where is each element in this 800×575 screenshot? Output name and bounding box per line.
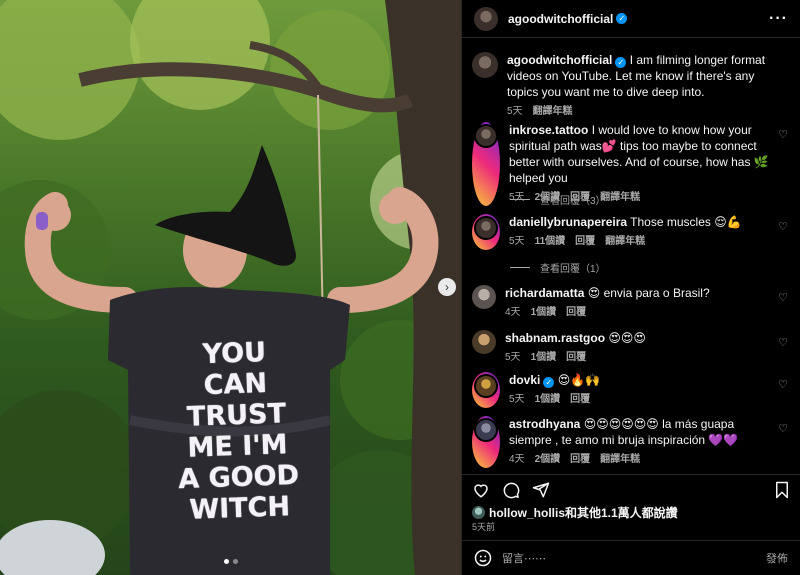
- post-comment-button[interactable]: 發佈: [766, 550, 788, 566]
- carousel-indicator: [224, 559, 238, 564]
- comment-item: dovki ✓ 😍🔥🙌 5天 1個讚 回覆 ♡: [472, 372, 790, 408]
- reply-button[interactable]: 回覆: [570, 392, 590, 408]
- comment-username[interactable]: daniellybrunapereira: [509, 215, 627, 229]
- comment-likes[interactable]: 1個讚: [531, 350, 557, 366]
- shirt-line: YOU CAN: [202, 336, 268, 402]
- view-replies-label[interactable]: 查看回覆（1）: [540, 260, 606, 275]
- reply-button[interactable]: 回覆: [575, 234, 595, 250]
- comment-time[interactable]: 4天: [505, 305, 521, 321]
- reply-button[interactable]: 回覆: [570, 452, 590, 468]
- post-side-panel: agoodwitchofficial ✓ ··· agoodwitchoffic…: [461, 0, 800, 575]
- view-replies[interactable]: 查看回覆（1）: [510, 260, 606, 275]
- comment-text: 😍😍😍: [608, 331, 646, 345]
- shirt-line: TRUST: [186, 398, 287, 433]
- comment-like-heart-icon[interactable]: ♡: [778, 422, 788, 435]
- carousel-dot: [224, 559, 229, 564]
- carousel-dot: [233, 559, 238, 564]
- shirt-line: WITCH: [188, 491, 291, 526]
- shirt-slogan: YOU CAN TRUST ME I'M A GOOD WITCH: [169, 336, 305, 526]
- author-avatar[interactable]: [474, 6, 498, 31]
- comment-username[interactable]: dovki: [509, 373, 540, 387]
- comment-item: shabnam.rastgoo 😍😍😍 5天 1個讚 回覆 ♡: [472, 330, 790, 366]
- view-replies-label[interactable]: 查看回覆（3）: [540, 192, 606, 207]
- comment-username[interactable]: inkrose.tattoo: [509, 123, 588, 137]
- translate-link[interactable]: 翻譯年糕: [533, 104, 573, 120]
- carousel-next-icon[interactable]: ›: [438, 278, 456, 296]
- bookmark-icon[interactable]: [774, 481, 790, 499]
- comment-username[interactable]: astrodhyana: [509, 417, 580, 431]
- likes-summary[interactable]: hollow_hollis和其他1.1萬人都說讚: [472, 504, 678, 521]
- translate-link[interactable]: 翻譯年糕: [605, 234, 645, 250]
- post-photo[interactable]: YOU CAN TRUST ME I'M A GOOD WITCH ›: [0, 0, 461, 575]
- divider: [510, 267, 530, 268]
- comment-like-heart-icon[interactable]: ♡: [778, 378, 788, 391]
- comment-time[interactable]: 5天: [509, 392, 525, 408]
- emoji-icon[interactable]: [474, 549, 492, 567]
- comment-time[interactable]: 5天: [505, 350, 521, 366]
- avatar[interactable]: [474, 374, 498, 398]
- avatar[interactable]: [472, 330, 496, 354]
- comment-like-heart-icon[interactable]: ♡: [778, 336, 788, 349]
- verified-icon: ✓: [616, 13, 628, 24]
- verified-icon: ✓: [543, 377, 555, 388]
- author-username[interactable]: agoodwitchofficial: [508, 12, 613, 26]
- comment-item: richardamatta 😍 envia para o Brasil? 4天 …: [472, 285, 790, 321]
- comment-like-heart-icon[interactable]: ♡: [778, 220, 788, 233]
- comment-likes[interactable]: 1個讚: [535, 392, 561, 408]
- share-icon[interactable]: [532, 481, 550, 499]
- likes-text[interactable]: hollow_hollis和其他1.1萬人都說讚: [489, 504, 678, 521]
- shirt-line: A GOOD: [177, 459, 300, 496]
- more-horizontal-icon[interactable]: ···: [769, 10, 788, 28]
- comment-likes[interactable]: 2個讚: [535, 452, 561, 468]
- avatar[interactable]: [474, 216, 498, 240]
- translate-link[interactable]: 翻譯年糕: [600, 190, 640, 206]
- comment-icon[interactable]: [502, 481, 520, 499]
- comment-text: 😍 envia para o Brasil?: [587, 286, 710, 300]
- comment-item: daniellybrunapereira Those muscles 😌💪 5天…: [472, 214, 790, 250]
- caption-time[interactable]: 5天: [507, 104, 523, 120]
- avatar[interactable]: [472, 52, 498, 78]
- comment-text: 😍🔥🙌: [557, 373, 601, 387]
- heart-icon[interactable]: [472, 481, 490, 499]
- comments-list[interactable]: agoodwitchofficial ✓ I am filming longer …: [462, 40, 800, 470]
- caption-username[interactable]: agoodwitchofficial: [507, 53, 612, 67]
- avatar[interactable]: [474, 418, 498, 442]
- avatar[interactable]: [474, 124, 498, 148]
- liker-avatar: [472, 506, 485, 519]
- reply-button[interactable]: 回覆: [566, 305, 586, 321]
- comment-input[interactable]: 留言⋯⋯: [502, 550, 756, 566]
- comment-like-heart-icon[interactable]: ♡: [778, 291, 788, 304]
- verified-icon: ✓: [615, 57, 627, 68]
- comment-likes[interactable]: 1個讚: [531, 305, 557, 321]
- avatar[interactable]: [472, 285, 496, 309]
- divider: [510, 199, 530, 200]
- post-time[interactable]: 5天前: [472, 520, 495, 533]
- comment-composer: 留言⋯⋯ 發佈: [462, 540, 800, 575]
- comment-username[interactable]: shabnam.rastgoo: [505, 331, 605, 345]
- view-replies[interactable]: 查看回覆（3）: [510, 192, 606, 207]
- comment-text: Those muscles 😌💪: [630, 215, 742, 229]
- shirt-line: ME I'M: [187, 429, 289, 464]
- comment-username[interactable]: richardamatta: [505, 286, 584, 300]
- caption: agoodwitchofficial ✓ I am filming longer …: [472, 52, 790, 120]
- translate-link[interactable]: 翻譯年糕: [600, 452, 640, 468]
- post-header: agoodwitchofficial ✓ ···: [462, 0, 800, 38]
- comment-likes[interactable]: 11個讚: [535, 234, 566, 250]
- post-actions: [462, 474, 800, 500]
- reply-button[interactable]: 回覆: [566, 350, 586, 366]
- comment-item: astrodhyana 😍😍😍😍😍😍 la más guapa siempre …: [472, 416, 790, 468]
- comment-time[interactable]: 5天: [509, 234, 525, 250]
- comment-like-heart-icon[interactable]: ♡: [778, 128, 788, 141]
- comment-time[interactable]: 4天: [509, 452, 525, 468]
